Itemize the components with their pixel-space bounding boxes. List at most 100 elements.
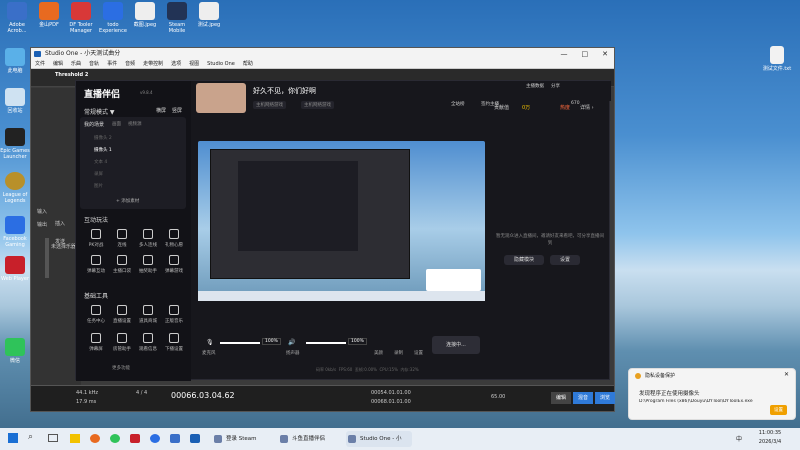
notification-settings-button[interactable]: 设置 — [770, 405, 787, 415]
music-tool[interactable]: 正版音乐 — [162, 305, 186, 324]
recycle-bin-icon — [5, 88, 25, 106]
menu-item[interactable]: 走带控制 — [143, 61, 163, 67]
menu-item[interactable]: 帮助 — [243, 61, 253, 67]
end-settings-tool[interactable]: 下播设置 — [162, 333, 186, 352]
cover-thumbnail[interactable] — [196, 83, 246, 113]
multi-link-tool[interactable]: 多人连线 — [136, 229, 160, 248]
desktop-icon[interactable]: 截图.jpeg — [130, 2, 160, 28]
menu-item[interactable]: Studio One — [207, 61, 235, 67]
shop-tool[interactable]: 道具商城 — [136, 305, 160, 324]
more-functions[interactable]: 更多功能 — [112, 365, 130, 371]
task-view-icon[interactable] — [48, 434, 58, 442]
anchor-data[interactable]: 主播数据 — [526, 83, 544, 89]
browse-button[interactable]: 浏览 — [595, 392, 615, 404]
scene-item[interactable]: 摄像头 2 — [94, 135, 112, 141]
menu-item[interactable]: 视图 — [189, 61, 199, 67]
stream-title[interactable]: 好久不见，你们好啊 — [253, 86, 316, 96]
speaker-volume-slider[interactable] — [306, 342, 346, 344]
scene-item[interactable]: 图片 — [94, 183, 103, 189]
record-button[interactable]: 录制 — [394, 350, 403, 356]
mic-icon[interactable]: 🎙 — [206, 339, 214, 346]
pk-tool[interactable]: PK对战 — [84, 229, 108, 248]
desktop-icon[interactable]: Adobe Acrob... — [2, 2, 32, 34]
minimize-icon[interactable]: — — [561, 50, 568, 58]
tag[interactable]: 主机网络游戏 — [253, 101, 286, 109]
file-explorer-icon[interactable] — [70, 434, 80, 443]
app-icon[interactable] — [190, 434, 200, 443]
search-icon[interactable]: ⌕ — [28, 432, 33, 442]
speaker-volume[interactable]: 100% — [348, 338, 367, 345]
edit-button[interactable]: 编辑 — [551, 392, 571, 404]
menu-item[interactable]: 编辑 — [53, 61, 63, 67]
app-icon[interactable] — [130, 434, 140, 443]
app-icon[interactable] — [170, 434, 180, 443]
menu-item[interactable]: 选项 — [171, 61, 181, 67]
menu-item[interactable]: 音频 — [125, 61, 135, 67]
desktop-icon[interactable]: todo Experience — [98, 2, 128, 34]
mic-volume[interactable]: 100% — [262, 338, 281, 345]
mix-button[interactable]: 混音 — [573, 392, 593, 404]
clock-time[interactable]: 11:00:35 — [752, 430, 788, 436]
scene-item[interactable]: 文本 4 — [94, 159, 107, 165]
beauty-button[interactable]: 美颜 — [374, 350, 383, 356]
track-name: Threshold 2 — [55, 72, 89, 78]
danmu-tool[interactable]: 弹幕互动 — [84, 255, 108, 274]
desktop-icon[interactable]: 回收站 — [0, 88, 30, 114]
scene-item[interactable]: 摄像头 1 — [94, 147, 112, 153]
landscape-toggle[interactable]: 横屏 — [156, 107, 166, 114]
volume-fader[interactable] — [45, 238, 49, 278]
desktop-icon[interactable]: League of Legends — [0, 172, 30, 204]
desktop-icon[interactable]: Steam Mobile — [162, 2, 192, 34]
hide-module-button[interactable]: 隐藏模块 — [504, 255, 544, 265]
menu-item[interactable]: 文件 — [35, 61, 45, 67]
taskbar-app-douyu[interactable]: 斗鱼直播伴侣 — [278, 431, 342, 447]
portrait-toggle[interactable]: 竖屏 — [172, 107, 182, 114]
windows-start-icon[interactable] — [8, 433, 18, 443]
desktop-icon[interactable]: 测试文件.txt — [762, 46, 792, 72]
danmu-game-tool[interactable]: 弹幕游戏 — [162, 255, 186, 274]
mic-volume-slider[interactable] — [220, 342, 260, 344]
speaker-icon[interactable]: 🔊 — [288, 339, 295, 346]
mode-dropdown[interactable]: 常规模式 ▼ — [84, 107, 115, 116]
settings-button[interactable]: 设置 — [550, 255, 580, 265]
desktop-icon[interactable]: 测试.jpeg — [194, 2, 224, 28]
close-icon[interactable]: ✕ — [602, 50, 608, 58]
close-icon[interactable]: ✕ — [784, 371, 789, 378]
maximize-icon[interactable]: □ — [582, 50, 589, 58]
menu-item[interactable]: 事件 — [107, 61, 117, 67]
link-tool[interactable]: 连线 — [110, 229, 134, 248]
privacy-notification[interactable]: 隐私设备保护 ✕ 发现程序正在使用摄像头 D:\Program Files (x… — [628, 368, 796, 420]
ime-indicator[interactable]: 中 — [736, 434, 742, 443]
app-icon[interactable] — [110, 434, 120, 443]
menu-item[interactable]: 乐曲 — [71, 61, 81, 67]
preview-canvas[interactable] — [198, 141, 485, 301]
desktop-icon[interactable]: DF Tooler Manager — [66, 2, 96, 34]
live-settings-tool[interactable]: 直播设置 — [110, 305, 134, 324]
edge-icon[interactable] — [150, 434, 160, 443]
settings-tool-button[interactable]: 设置 — [414, 350, 423, 356]
danmu-screen-tool[interactable]: 弹幕屏 — [84, 333, 108, 352]
share-button[interactable]: 分享 — [551, 83, 560, 89]
taskbar-app-studio-one[interactable]: Studio One - 小天... — [346, 431, 412, 447]
scene-item[interactable]: 录屏 — [94, 171, 103, 177]
clock-date[interactable]: 2026/3/4 — [752, 439, 788, 445]
rank-button[interactable]: 全站榜 — [451, 101, 465, 107]
task-tool[interactable]: 任务中心 — [84, 305, 108, 324]
add-material-button[interactable]: + 添加素材 — [116, 198, 139, 204]
taskbar-app-steam[interactable]: 登录 Steam — [212, 431, 274, 447]
start-live-button[interactable]: 连接中... — [432, 336, 480, 354]
desktop-icon[interactable]: 金山PDF — [34, 2, 64, 28]
desktop-icon[interactable]: 此电脑 — [0, 48, 30, 74]
viewer-info-tool[interactable]: 观看信息 — [136, 333, 160, 352]
desktop-icon[interactable]: 微信 — [0, 338, 30, 364]
desktop-icon[interactable]: Epic Games Launcher — [0, 128, 30, 160]
pocket-tool[interactable]: 主播口袋 — [110, 255, 134, 274]
tag[interactable]: 主机网络游戏 — [301, 101, 334, 109]
gift-wish-tool[interactable]: 礼物心愿 — [162, 229, 186, 248]
app-icon[interactable] — [90, 434, 100, 443]
menu-item[interactable]: 音轨 — [89, 61, 99, 67]
desktop-icon[interactable]: Web Player — [0, 256, 30, 282]
room-admin-tool[interactable]: 房管助手 — [110, 333, 134, 352]
lottery-tool[interactable]: 抽奖助手 — [136, 255, 160, 274]
desktop-icon[interactable]: Facebook Gaming — [0, 216, 30, 248]
